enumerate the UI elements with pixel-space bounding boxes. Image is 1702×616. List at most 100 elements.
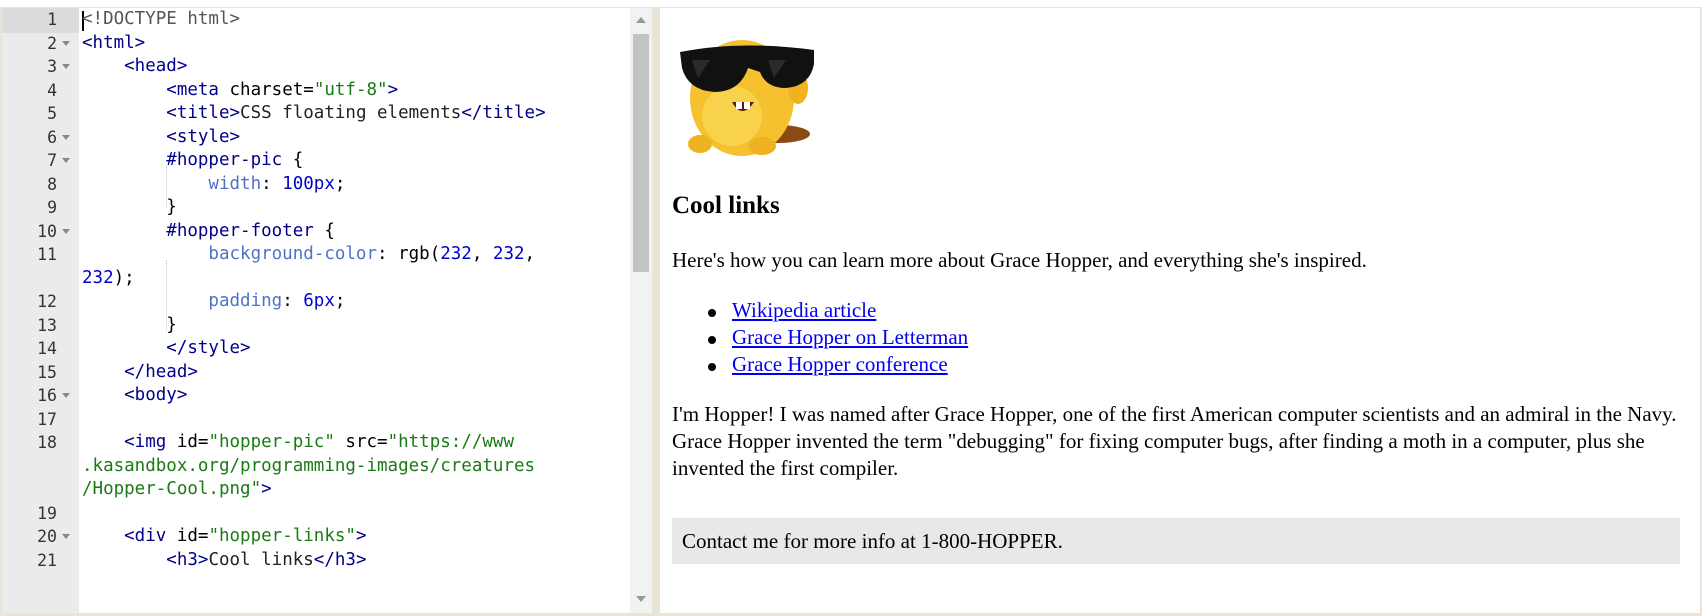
line-number: 19 <box>37 503 57 523</box>
fold-toggle-icon[interactable] <box>62 534 70 539</box>
code-token: <meta <box>82 79 230 100</box>
line-number: 21 <box>37 550 57 570</box>
fold-toggle-icon[interactable] <box>62 393 70 398</box>
code-token: > <box>387 79 399 100</box>
bullet-icon <box>708 363 716 371</box>
line-number: 9 <box>47 198 57 217</box>
fold-toggle-icon[interactable] <box>62 134 70 140</box>
line-number: 6 <box>47 127 57 147</box>
code-token: </head> <box>82 361 198 382</box>
fold-toggle-icon[interactable] <box>62 64 70 69</box>
line-number-gutter: 1 2 3 4 5 6 7 8 9 10 11 12 13 14 15 16 17 18 19 20 21 <box>2 8 79 613</box>
code-line: <style> <box>82 125 240 150</box>
code-token: 100px <box>282 173 335 194</box>
code-token: <h3> <box>82 549 209 570</box>
code-line: <html> <box>82 31 145 56</box>
preview-intro-paragraph: Here's how you can learn more about Grac… <box>672 248 1367 272</box>
code-token: : rgb( <box>377 244 441 264</box>
code-token: "utf-8" <box>313 79 388 100</box>
code-token: Cool links <box>208 549 314 570</box>
code-token: 232 <box>440 244 472 264</box>
list-item: Grace Hopper conference <box>672 352 968 379</box>
code-token: <body> <box>82 385 188 405</box>
code-line: <meta charset="utf-8"> <box>82 78 398 103</box>
code-token: background-color <box>82 244 378 264</box>
fold-toggle-icon[interactable] <box>62 158 70 163</box>
code-line: /Hopper-Cool.png"> <box>82 477 272 502</box>
indent-guide <box>166 260 167 332</box>
code-line: <body> <box>82 383 187 408</box>
code-token: "hopper-pic" <box>208 432 335 452</box>
code-token: "https://www <box>387 432 514 452</box>
scroll-up-arrow-icon[interactable] <box>636 17 646 23</box>
code-token: </title> <box>461 103 546 123</box>
code-token: #hopper-footer <box>82 220 314 241</box>
conference-link[interactable]: Grace Hopper conference <box>732 352 948 376</box>
line-number: 20 <box>37 527 57 546</box>
code-editor[interactable]: 1 2 3 4 5 6 7 8 9 10 11 12 13 14 15 16 17 18 19 20 21 <!DOCT… <box>2 8 652 613</box>
code-token: ; <box>334 291 346 311</box>
code-line: 232); <box>82 266 135 291</box>
fold-toggle-icon[interactable] <box>62 40 70 46</box>
code-line: } <box>82 313 177 338</box>
code-token: } <box>82 314 177 335</box>
code-token: 6px <box>303 291 335 311</box>
code-token: 232 <box>492 244 525 264</box>
code-line: </style> <box>82 336 250 361</box>
letterman-link[interactable]: Grace Hopper on Letterman <box>732 325 968 349</box>
code-token: : <box>282 291 304 311</box>
code-token: padding <box>82 291 283 311</box>
code-token: "hopper-links" <box>208 526 356 546</box>
line-number: 7 <box>47 151 57 170</box>
bullet-icon <box>708 309 716 317</box>
line-number: 5 <box>47 104 57 123</box>
code-token: <head> <box>82 56 188 76</box>
code-token: <style> <box>82 126 241 147</box>
line-number <box>2 477 57 502</box>
list-item: Wikipedia article <box>672 298 968 325</box>
code-token: ); <box>113 267 135 288</box>
bullet-icon <box>708 336 716 344</box>
code-token: .kasandbox.org/programming-images/creatu… <box>82 455 536 476</box>
code-line: <h3>Cool links</h3> <box>82 548 366 573</box>
preview-heading: Cool links <box>672 192 780 219</box>
code-token: <div <box>82 526 177 546</box>
code-text-area[interactable]: <!DOCTYPE html> <html> <head> <meta chars… <box>82 8 630 613</box>
fold-toggle-icon[interactable] <box>62 228 70 234</box>
scroll-down-arrow-icon[interactable] <box>636 596 646 602</box>
preview-link-list: Wikipedia article Grace Hopper on Letter… <box>672 298 968 379</box>
editor-scrollbar[interactable] <box>630 8 652 613</box>
code-token: { <box>282 150 304 170</box>
code-line: .kasandbox.org/programming-images/creatu… <box>82 454 535 479</box>
code-token: </h3> <box>313 549 367 570</box>
code-token: > <box>355 526 367 546</box>
code-token: > <box>261 479 272 499</box>
line-number: 13 <box>37 315 57 335</box>
code-line: <head> <box>82 54 187 79</box>
code-line: <title>CSS floating elements</title> <box>82 101 546 126</box>
line-number: 14 <box>37 339 57 358</box>
code-token: <html> <box>82 32 146 53</box>
code-token: width <box>82 173 262 194</box>
code-token: #hopper-pic <box>82 150 283 170</box>
hopper-cool-image <box>680 40 814 156</box>
code-token: CSS floating elements <box>240 103 462 123</box>
code-token: { <box>313 220 335 241</box>
code-token: <img <box>82 432 177 452</box>
line-number: 12 <box>37 292 57 311</box>
line-number: 1 <box>47 10 57 29</box>
preview-pane: Cool links Here's how you can learn more… <box>660 8 1700 613</box>
code-token: src= <box>334 432 388 452</box>
code-line: #hopper-footer { <box>82 219 335 244</box>
line-number: 4 <box>47 80 57 100</box>
line-number: 2 <box>47 33 57 53</box>
code-token: /Hopper-Cool.png" <box>82 479 262 499</box>
line-number: 8 <box>47 174 57 194</box>
code-line: <!DOCTYPE html> <box>82 8 240 32</box>
scrollbar-thumb[interactable] <box>633 34 649 272</box>
code-line: } <box>82 195 177 220</box>
indent-guide <box>166 166 167 208</box>
list-item: Grace Hopper on Letterman <box>672 325 968 352</box>
wikipedia-link[interactable]: Wikipedia article <box>732 298 876 322</box>
code-token: } <box>82 197 177 217</box>
